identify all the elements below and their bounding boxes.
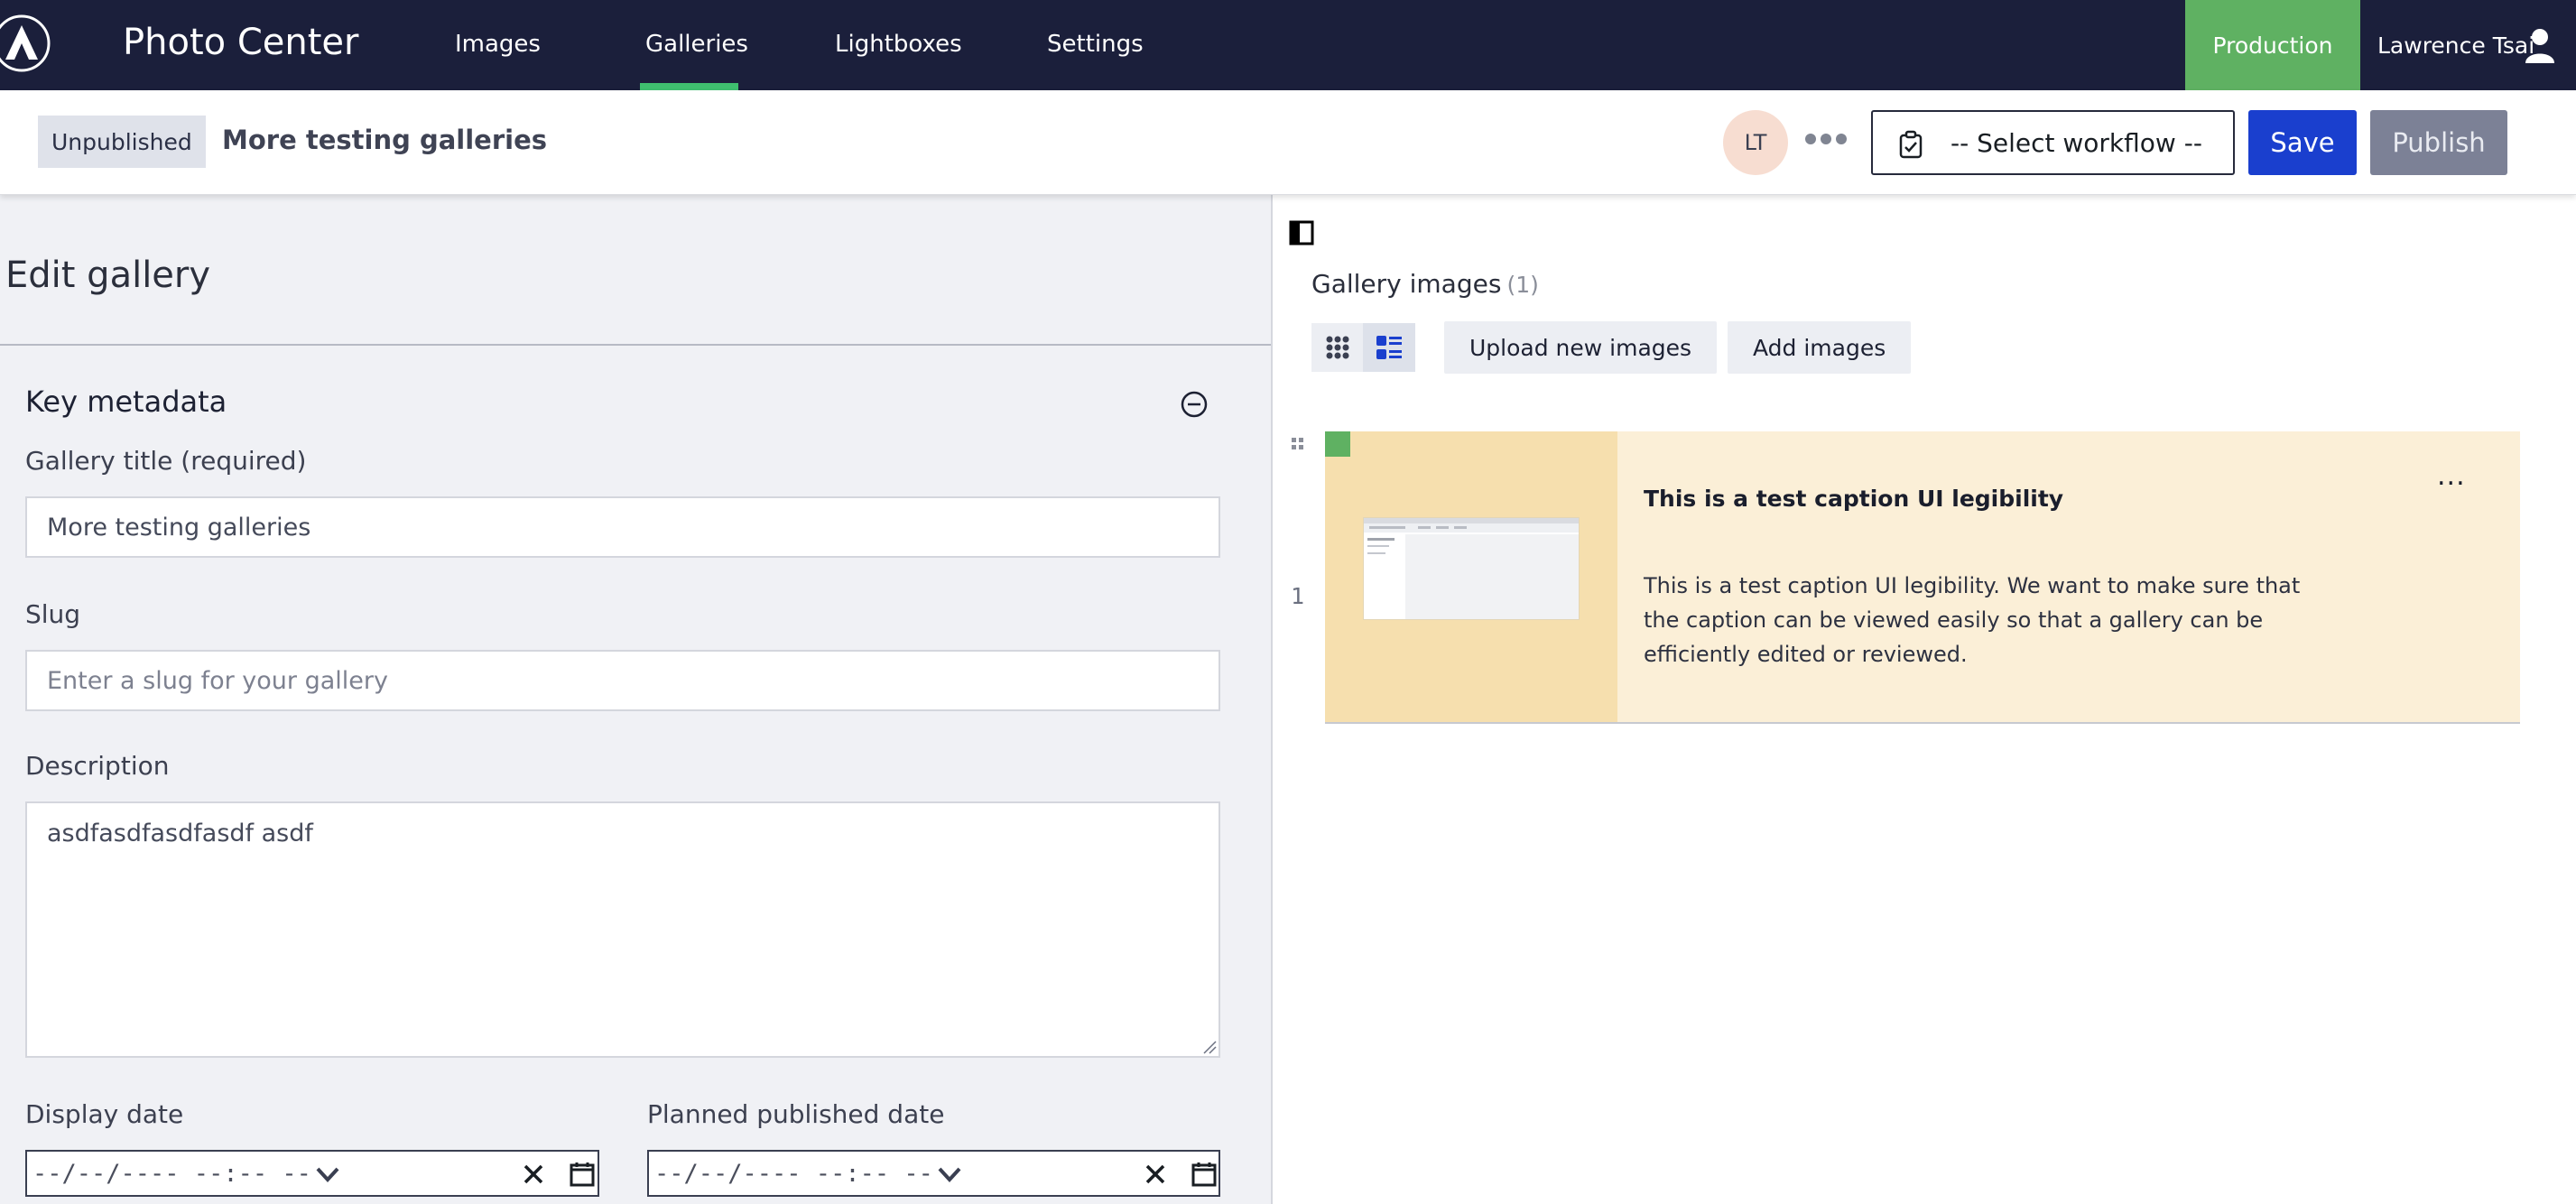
image-thumbnail-cell	[1325, 431, 1617, 722]
user-name: Lawrence Tsai	[2377, 32, 2535, 59]
publish-button[interactable]: Publish	[2370, 110, 2507, 175]
collapse-icon[interactable]	[1180, 390, 1209, 419]
description-value: asdfasdfasdfasdf asdf	[47, 820, 313, 847]
save-button[interactable]: Save	[2248, 110, 2357, 175]
image-options-menu[interactable]: ...	[2437, 460, 2466, 492]
slug-input[interactable]: Enter a slug for your gallery	[25, 650, 1220, 711]
gallery-images-title: Gallery images	[1311, 269, 1502, 299]
gallery-images-panel: Gallery images (1) Upload new images Add …	[1273, 195, 2576, 1204]
gallery-images-count: (1)	[1506, 272, 1539, 298]
gallery-title-input[interactable]: More testing galleries	[25, 496, 1220, 558]
user-icon[interactable]	[2524, 27, 2556, 63]
top-navigation: Photo Center Images Galleries Lightboxes…	[0, 0, 2576, 90]
more-icon[interactable]	[1805, 134, 1847, 150]
screenshot-thumbnail-icon	[1364, 518, 1579, 619]
description-textarea[interactable]: asdfasdfasdfasdf asdf	[25, 801, 1220, 1058]
workflow-select[interactable]: -- Select workflow --	[1871, 110, 2235, 175]
grid-view-icon	[1326, 336, 1349, 359]
display-date-value: --/--/---- --:-- --	[32, 1159, 311, 1188]
divider	[0, 344, 1271, 346]
drag-handle-icon[interactable]	[1291, 437, 1305, 451]
planned-date-input[interactable]: --/--/---- --:-- --	[647, 1150, 1220, 1197]
app-title: Photo Center	[123, 22, 359, 63]
list-view-button[interactable]	[1363, 323, 1415, 372]
gallery-title-label: Gallery title (required)	[25, 446, 307, 476]
workflow-icon	[1899, 130, 1923, 159]
logo-icon[interactable]	[0, 7, 56, 79]
display-date-label: Display date	[25, 1099, 184, 1129]
document-title: More testing galleries	[222, 125, 547, 155]
nav-lightboxes[interactable]: Lightboxes	[835, 27, 962, 61]
description-label: Description	[25, 751, 170, 781]
display-date-input[interactable]: --/--/---- --:-- --	[25, 1150, 599, 1197]
upload-new-images-button[interactable]: Upload new images	[1444, 321, 1718, 374]
calendar-icon[interactable]	[569, 1161, 596, 1188]
panel-toggle-icon[interactable]	[1289, 220, 1314, 245]
gallery-image-item[interactable]: This is a test caption UI legibility Thi…	[1325, 431, 2520, 724]
image-index: 1	[1291, 583, 1305, 609]
caption-title: This is a test caption UI legibility	[1644, 486, 2064, 512]
key-metadata-heading: Key metadata	[25, 384, 227, 419]
planned-date-label: Planned published date	[647, 1099, 945, 1129]
nav-images[interactable]: Images	[455, 27, 541, 61]
add-images-button[interactable]: Add images	[1728, 321, 1912, 374]
select-checkbox[interactable]	[1325, 431, 1350, 457]
caption-body: This is a test caption UI legibility. We…	[1644, 573, 2301, 667]
gallery-images-heading: Gallery images (1)	[1311, 269, 1539, 299]
slug-label: Slug	[25, 599, 81, 629]
environment-badge[interactable]: Production	[2185, 0, 2360, 90]
calendar-icon[interactable]	[1191, 1161, 1218, 1188]
resize-grip-icon[interactable]	[1202, 1040, 1217, 1054]
clear-icon[interactable]	[520, 1161, 547, 1188]
planned-date-value: --/--/---- --:-- --	[654, 1159, 933, 1188]
image-thumbnail[interactable]	[1363, 517, 1580, 620]
nav-settings[interactable]: Settings	[1047, 27, 1144, 61]
nav-active-indicator	[640, 83, 738, 90]
grid-view-button[interactable]	[1311, 323, 1364, 372]
chevron-down-icon[interactable]	[936, 1161, 963, 1188]
workflow-select-value: -- Select workflow --	[1951, 127, 2202, 158]
avatar[interactable]: LT	[1723, 110, 1788, 175]
edit-gallery-panel: Edit gallery Key metadata Gallery title …	[0, 195, 1271, 1204]
clear-icon[interactable]	[1142, 1161, 1169, 1188]
nav-galleries[interactable]: Galleries	[645, 27, 748, 61]
list-view-icon	[1376, 336, 1402, 359]
chevron-down-icon[interactable]	[314, 1161, 341, 1188]
edit-gallery-heading: Edit gallery	[5, 255, 211, 296]
status-badge: Unpublished	[38, 116, 206, 168]
